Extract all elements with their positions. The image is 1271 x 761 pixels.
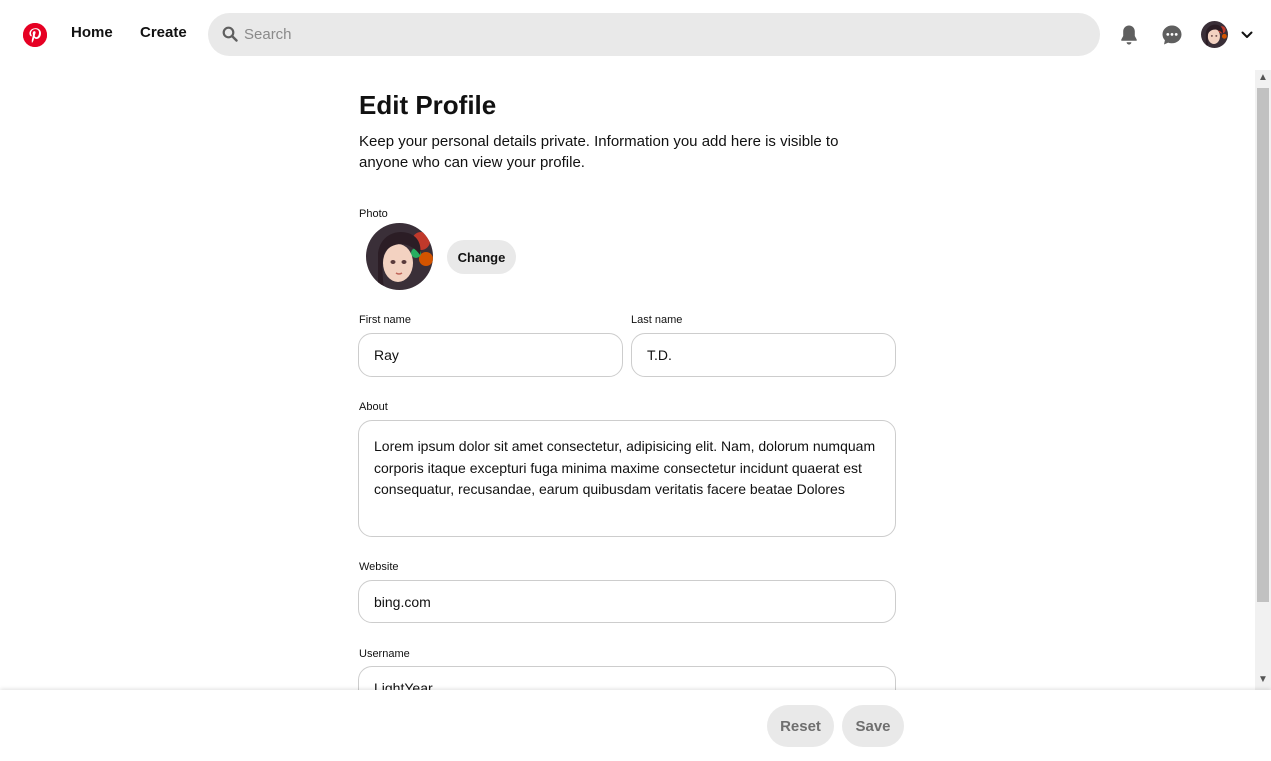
search-bar[interactable] bbox=[208, 13, 1100, 56]
change-photo-button[interactable]: Change bbox=[447, 240, 516, 274]
about-field[interactable]: Lorem ipsum dolor sit amet consectetur, … bbox=[358, 420, 896, 537]
search-input[interactable] bbox=[244, 13, 1084, 56]
page-scrollbar[interactable]: ▲ ▼ bbox=[1255, 70, 1271, 690]
chevron-down-icon[interactable] bbox=[1240, 28, 1254, 42]
scroll-thumb[interactable] bbox=[1257, 88, 1269, 602]
page-title: Edit Profile bbox=[359, 90, 497, 120]
edit-profile-form: Edit Profile Keep your personal details … bbox=[0, 70, 1255, 690]
page-description: Keep your personal details private. Info… bbox=[359, 133, 839, 171]
username-field[interactable] bbox=[358, 666, 896, 690]
scroll-up-arrow-icon[interactable]: ▲ bbox=[1258, 72, 1268, 83]
bell-icon[interactable] bbox=[1117, 23, 1141, 47]
last-name-field[interactable] bbox=[631, 333, 896, 377]
form-footer: Reset Save bbox=[0, 690, 1271, 761]
reset-button[interactable]: Reset bbox=[767, 705, 834, 747]
search-icon bbox=[222, 26, 238, 42]
first-name-field[interactable] bbox=[358, 333, 623, 377]
save-button[interactable]: Save bbox=[842, 705, 904, 747]
username-label: Username bbox=[359, 648, 410, 660]
nav-home-link[interactable]: Home bbox=[71, 24, 113, 41]
scroll-down-arrow-icon[interactable]: ▼ bbox=[1258, 674, 1268, 685]
first-name-label: First name bbox=[359, 314, 411, 326]
top-nav: Home Create bbox=[0, 0, 1271, 70]
profile-photo bbox=[366, 223, 433, 290]
chat-icon[interactable] bbox=[1160, 23, 1184, 47]
last-name-label: Last name bbox=[631, 314, 683, 326]
website-label: Website bbox=[359, 561, 399, 573]
about-label: About bbox=[359, 401, 388, 413]
photo-label: Photo bbox=[359, 208, 388, 220]
website-field[interactable] bbox=[358, 580, 896, 623]
user-avatar[interactable] bbox=[1201, 21, 1228, 48]
pinterest-logo-icon[interactable] bbox=[23, 23, 47, 47]
nav-create-link[interactable]: Create bbox=[140, 24, 187, 41]
